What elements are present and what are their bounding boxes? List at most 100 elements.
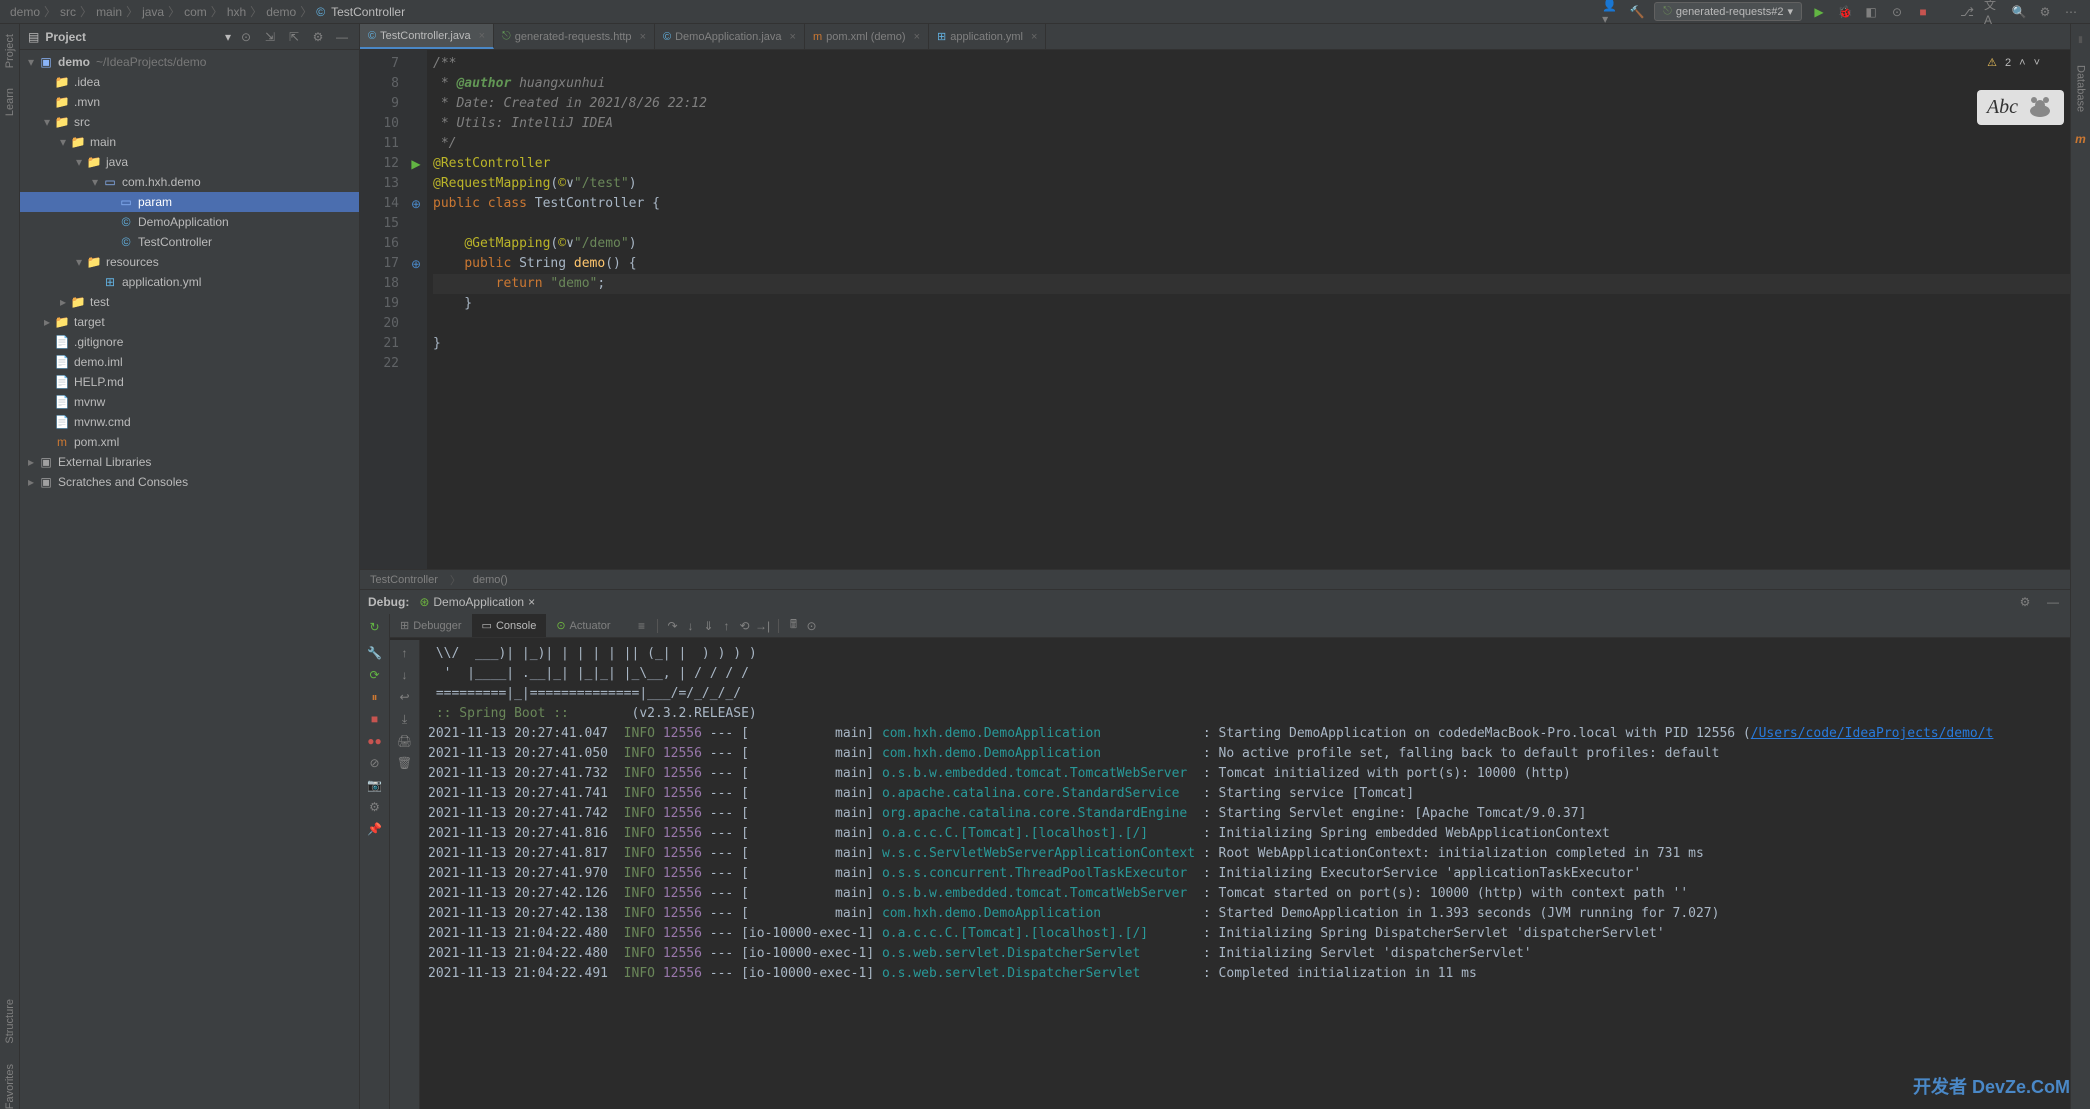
- settings-icon[interactable]: ⚙: [2036, 3, 2054, 21]
- structure-tool-button[interactable]: Structure: [4, 999, 16, 1044]
- project-tree[interactable]: ▾▣demo~/IdeaProjects/demo📁.idea📁.mvn▾📁sr…: [20, 50, 359, 1109]
- translate-icon[interactable]: 文A: [1984, 3, 2002, 21]
- maven-tool-button[interactable]: m: [2075, 132, 2086, 146]
- database-tool-button[interactable]: Database: [2075, 65, 2087, 112]
- profile-icon[interactable]: ⊙: [1888, 3, 1906, 21]
- tab-console[interactable]: ▭ Console: [472, 614, 547, 637]
- stop-icon[interactable]: ■: [1914, 3, 1932, 21]
- tree-row[interactable]: 📄.gitignore: [20, 332, 359, 352]
- debug-icon[interactable]: 🐞: [1836, 3, 1854, 21]
- api-gutter-icon[interactable]: ⊕: [411, 197, 421, 211]
- project-tool-button[interactable]: Project: [4, 34, 16, 68]
- search-icon[interactable]: 🔍: [2010, 3, 2028, 21]
- breadcrumb-item[interactable]: java: [142, 5, 164, 19]
- gutter-icons[interactable]: ▶⊕⊕: [405, 50, 427, 569]
- collapse-all-icon[interactable]: ⇱: [285, 28, 303, 46]
- tree-row[interactable]: ▸📁test: [20, 292, 359, 312]
- learn-tool-button[interactable]: Learn: [4, 88, 16, 116]
- mute-breakpoints-icon[interactable]: ⊘: [366, 754, 384, 772]
- settings-icon[interactable]: 🔧: [366, 644, 384, 662]
- close-icon[interactable]: ×: [1031, 31, 1037, 43]
- breadcrumb-item[interactable]: demo: [266, 5, 296, 19]
- breadcrumb-item[interactable]: main: [96, 5, 122, 19]
- debug-config[interactable]: ⊛ DemoApplication ×: [419, 595, 535, 609]
- close-icon[interactable]: ×: [914, 31, 920, 43]
- editor-breadcrumb-item[interactable]: demo(): [473, 574, 508, 586]
- pin-icon[interactable]: 📌: [366, 820, 384, 838]
- drop-frame-icon[interactable]: ⟲: [736, 617, 754, 635]
- minimap-icon[interactable]: ▮: [2078, 34, 2083, 45]
- wrap-icon[interactable]: ↩: [396, 688, 414, 706]
- tree-row[interactable]: 📁.mvn: [20, 92, 359, 112]
- breadcrumb-item[interactable]: demo: [10, 5, 40, 19]
- rerun-icon[interactable]: ↻: [366, 618, 384, 636]
- next-highlight-icon[interactable]: ˅: [2034, 57, 2040, 69]
- breadcrumb-item[interactable]: hxh: [227, 5, 246, 19]
- breadcrumb-item[interactable]: TestController: [331, 5, 405, 19]
- prev-highlight-icon[interactable]: ˄: [2019, 57, 2025, 69]
- tree-row[interactable]: ▾▭com.hxh.demo: [20, 172, 359, 192]
- select-opened-file-icon[interactable]: ⊙: [237, 28, 255, 46]
- tree-row[interactable]: 📄mvnw.cmd: [20, 412, 359, 432]
- tree-row[interactable]: ©DemoApplication: [20, 212, 359, 232]
- breakpoints-icon[interactable]: ●●: [366, 732, 384, 750]
- tree-row[interactable]: ▭param: [20, 192, 359, 212]
- tab-debugger[interactable]: ⊞ Debugger: [390, 614, 472, 637]
- more-icon[interactable]: ⋯: [2062, 3, 2080, 21]
- expand-all-icon[interactable]: ⇲: [261, 28, 279, 46]
- build-icon[interactable]: 🔨: [1628, 3, 1646, 21]
- inspection-widget[interactable]: ⚠ 2 ˄ ˅: [1987, 56, 2040, 69]
- hide-icon[interactable]: —: [2044, 593, 2062, 611]
- hide-icon[interactable]: —: [333, 28, 351, 46]
- trace-icon[interactable]: ⊙: [803, 617, 821, 635]
- tree-row[interactable]: 📁.idea: [20, 72, 359, 92]
- gear-icon[interactable]: ⚙: [2016, 593, 2034, 611]
- gear-icon[interactable]: ⚙: [366, 798, 384, 816]
- editor-tab[interactable]: ⊞application.yml×: [929, 24, 1046, 49]
- git-icon[interactable]: ⎇: [1958, 3, 1976, 21]
- editor-area[interactable]: 78910111213141516171819202122 ▶⊕⊕ /** * …: [360, 50, 2070, 569]
- force-step-into-icon[interactable]: ⇓: [700, 617, 718, 635]
- tree-row[interactable]: ▾📁src: [20, 112, 359, 132]
- up-icon[interactable]: ↑: [396, 644, 414, 662]
- breadcrumb-item[interactable]: com: [184, 5, 207, 19]
- stop-icon[interactable]: ■: [366, 710, 384, 728]
- tree-row[interactable]: 📄mvnw: [20, 392, 359, 412]
- breadcrumb-item[interactable]: src: [60, 5, 76, 19]
- editor-breadcrumb[interactable]: TestController〉demo(): [360, 569, 2070, 589]
- step-out-icon[interactable]: ↑: [718, 617, 736, 635]
- threads-dump-icon[interactable]: 📷: [366, 776, 384, 794]
- close-icon[interactable]: ×: [640, 31, 646, 43]
- gear-icon[interactable]: ⚙: [309, 28, 327, 46]
- tree-row[interactable]: ▾📁java: [20, 152, 359, 172]
- resume-icon[interactable]: ⟳: [366, 666, 384, 684]
- code-editor[interactable]: /** * @author huangxunhui * Date: Create…: [427, 50, 2070, 569]
- tree-row[interactable]: 📄HELP.md: [20, 372, 359, 392]
- tree-row[interactable]: mpom.xml: [20, 432, 359, 452]
- close-icon[interactable]: ×: [528, 595, 535, 609]
- tree-row[interactable]: ▸▣Scratches and Consoles: [20, 472, 359, 492]
- tree-row-root[interactable]: ▾▣demo~/IdeaProjects/demo: [20, 52, 359, 72]
- editor-breadcrumb-item[interactable]: TestController: [370, 574, 438, 586]
- run-icon[interactable]: ▶: [1810, 3, 1828, 21]
- run-gutter-icon[interactable]: ▶: [411, 157, 420, 171]
- close-icon[interactable]: ×: [790, 31, 796, 43]
- tree-row[interactable]: 📄demo.iml: [20, 352, 359, 372]
- user-icon[interactable]: 👤▾: [1602, 3, 1620, 21]
- step-over-icon[interactable]: ↷: [664, 617, 682, 635]
- tree-row[interactable]: ▾📁main: [20, 132, 359, 152]
- tree-row[interactable]: ▸▣External Libraries: [20, 452, 359, 472]
- tree-row[interactable]: ▸📁target: [20, 312, 359, 332]
- close-icon[interactable]: ×: [479, 30, 485, 42]
- run-to-cursor-icon[interactable]: →|: [754, 617, 772, 635]
- editor-tab[interactable]: ©DemoApplication.java×: [655, 24, 805, 49]
- editor-tab[interactable]: ©TestController.java×: [360, 24, 494, 49]
- favorites-tool-button[interactable]: Favorites: [4, 1064, 16, 1109]
- threads-icon[interactable]: ≡: [633, 617, 651, 635]
- tree-row[interactable]: ▾📁resources: [20, 252, 359, 272]
- editor-tab[interactable]: mpom.xml (demo)×: [805, 24, 929, 49]
- print-icon[interactable]: 🖨: [396, 732, 414, 750]
- tab-actuator[interactable]: ⊙ Actuator: [546, 614, 620, 637]
- chevron-down-icon[interactable]: ▾: [225, 30, 231, 44]
- clear-icon[interactable]: 🗑: [396, 754, 414, 772]
